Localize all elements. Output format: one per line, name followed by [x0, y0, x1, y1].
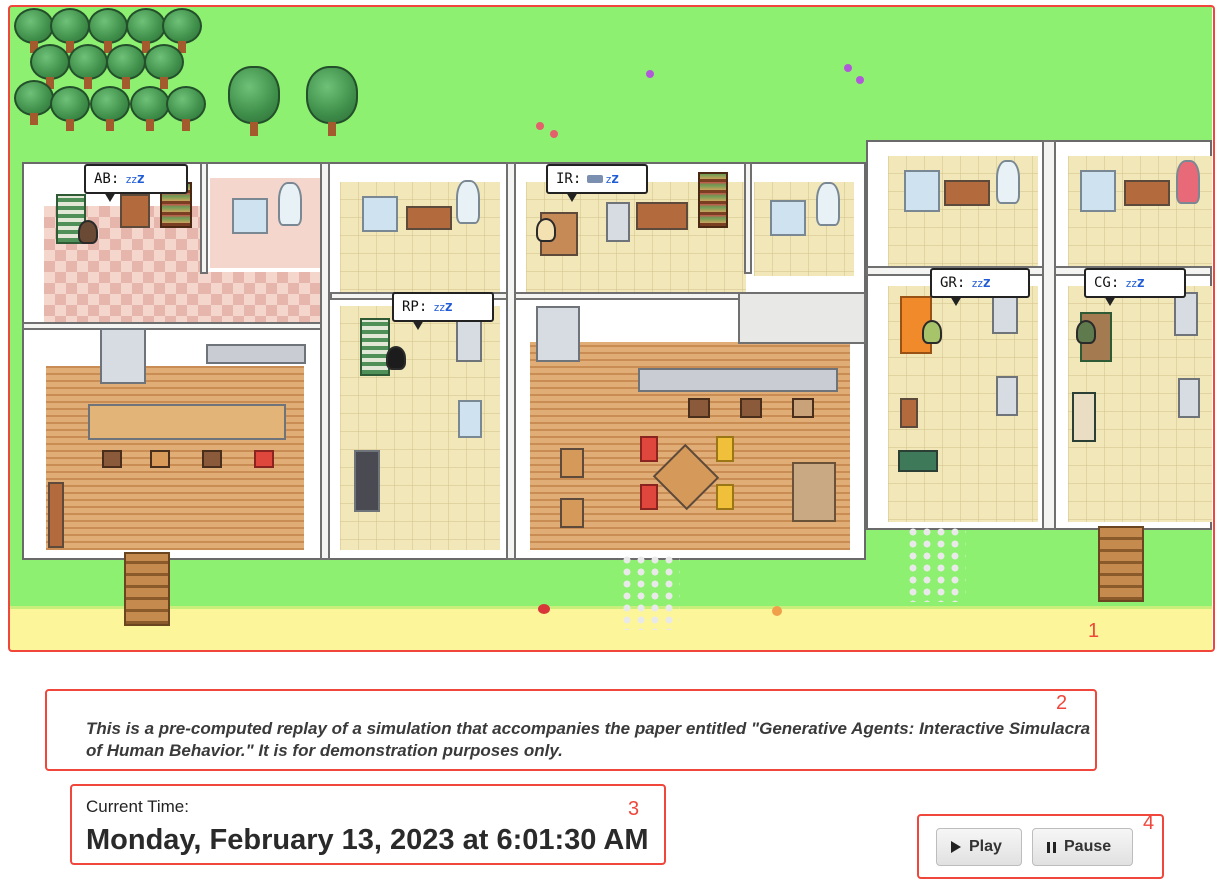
annotation-number: 2	[1056, 692, 1068, 714]
pause-icon	[1047, 841, 1056, 853]
pause-button[interactable]: Pause	[1032, 828, 1133, 866]
annotation-box-map	[8, 5, 1215, 652]
demo-caption: This is a pre-computed replay of a simul…	[86, 719, 1091, 760]
annotation-number: 1	[1088, 620, 1100, 642]
play-button-label: Play	[969, 838, 1002, 855]
current-time-value: Monday, February 13, 2023 at 6:01:30 AM	[86, 824, 649, 856]
pause-button-label: Pause	[1064, 838, 1112, 855]
current-time-label: Current Time:	[86, 797, 189, 816]
annotation-number: 3	[628, 798, 640, 820]
annotation-number: 4	[1143, 812, 1155, 834]
play-button[interactable]: Play	[936, 828, 1022, 866]
play-icon	[951, 841, 961, 853]
